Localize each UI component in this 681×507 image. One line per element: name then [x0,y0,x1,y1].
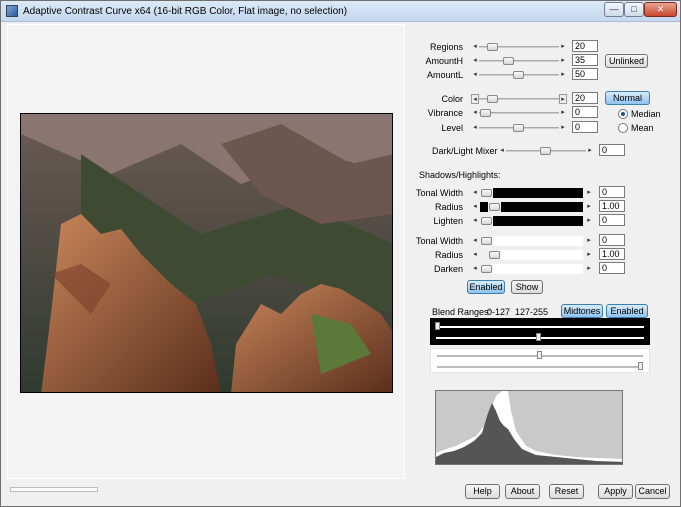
blend-handle[interactable] [638,362,643,370]
status-progress [10,487,98,492]
darken-value[interactable]: 0 [599,262,625,274]
darken-slider[interactable]: ◂ ▸ [471,264,593,274]
cancel-button[interactable]: Cancel [635,484,670,499]
blend-handle[interactable] [536,333,541,341]
level-label: Level [441,123,463,133]
blend-range-dark[interactable] [430,318,650,345]
lighten-value[interactable]: 0 [599,214,625,226]
blend-handle[interactable] [537,351,542,359]
blend-track [437,366,643,368]
level-value[interactable]: 0 [572,121,598,133]
blend-ranges-values: 0-127 127-255 [487,307,549,317]
vibrance-value[interactable]: 0 [572,106,598,118]
dark-light-mixer-value[interactable]: 0 [599,144,625,156]
sh-show-button[interactable]: Show [511,280,543,294]
maximize-button[interactable]: □ [624,2,644,17]
blend-track [436,326,644,328]
color-value[interactable]: 20 [572,92,598,104]
dark-light-mixer-slider[interactable]: ◂ ▸ [498,146,594,156]
title-bar[interactable]: Adaptive Contrast Curve x64 (16-bit RGB … [1,1,680,22]
blend-handle[interactable] [435,322,440,330]
app-window: Adaptive Contrast Curve x64 (16-bit RGB … [0,0,681,507]
shadows-highlights-heading: Shadows/Highlights: [419,170,501,180]
median-label: Median [631,109,661,119]
help-button[interactable]: Help [465,484,500,499]
shadow-tonal-width-slider[interactable]: ◂ ▸ [471,188,593,198]
blend-ranges-label: Blend Ranges: [432,307,492,317]
color-slider[interactable]: ◂ ▸ [471,94,567,104]
blend-enabled-button[interactable]: Enabled [606,304,648,318]
highlight-radius-slider[interactable]: ◂ ▸ [471,250,593,260]
shadow-tonal-width-label: Tonal Width [415,188,463,198]
normal-button[interactable]: Normal [605,91,650,105]
regions-value[interactable]: 20 [572,40,598,52]
lighten-label: Lighten [433,216,463,226]
shadow-radius-slider[interactable]: ◂ ▸ [471,202,593,212]
shadow-radius-label: Radius [434,202,463,212]
sh-enabled-button[interactable]: Enabled [467,280,505,294]
histogram-graph [436,391,622,464]
amounth-label: AmountH [425,56,463,66]
window-title: Adaptive Contrast Curve x64 (16-bit RGB … [23,6,348,17]
level-slider[interactable]: ◂ ▸ [471,123,567,133]
amounth-value[interactable]: 35 [572,54,598,66]
vibrance-slider[interactable]: ◂ ▸ [471,108,567,118]
close-button[interactable]: ✕ [644,2,677,17]
shadow-radius-value[interactable]: 1.00 [599,200,625,212]
highlight-tonal-width-label: Tonal Width [415,236,463,246]
reset-button[interactable]: Reset [549,484,584,499]
amounth-slider[interactable]: ◂ ▸ [471,56,567,66]
unlinked-button[interactable]: Unlinked [605,54,648,68]
regions-label: Regions [429,42,463,52]
mean-radio[interactable] [618,123,628,133]
lighten-slider[interactable]: ◂ ▸ [471,216,593,226]
app-icon [6,5,18,17]
amountl-value[interactable]: 50 [572,68,598,80]
highlight-tonal-width-value[interactable]: 0 [599,234,625,246]
histogram [435,390,623,465]
apply-button[interactable]: Apply [598,484,633,499]
shadow-tonal-width-value[interactable]: 0 [599,186,625,198]
canyon-photo [21,114,392,392]
amountl-slider[interactable]: ◂ ▸ [471,70,567,80]
vibrance-label: Vibrance [427,108,463,118]
highlight-radius-value[interactable]: 1.00 [599,248,625,260]
about-button[interactable]: About [505,484,540,499]
amountl-label: AmountL [426,70,463,80]
dark-light-mixer-label: Dark/Light Mixer [432,146,498,156]
preview-image[interactable] [20,113,393,393]
blend-range-light[interactable] [430,348,650,373]
darken-label: Darken [433,264,463,274]
mean-label: Mean [631,123,654,133]
regions-slider[interactable]: ◂ ▸ [471,42,567,52]
minimize-button[interactable]: — [604,2,624,17]
midtones-button[interactable]: Midtones [561,304,603,318]
highlight-tonal-width-slider[interactable]: ◂ ▸ [471,236,593,246]
color-label: Color [441,94,463,104]
highlight-radius-label: Radius [434,250,463,260]
median-radio[interactable] [618,109,628,119]
